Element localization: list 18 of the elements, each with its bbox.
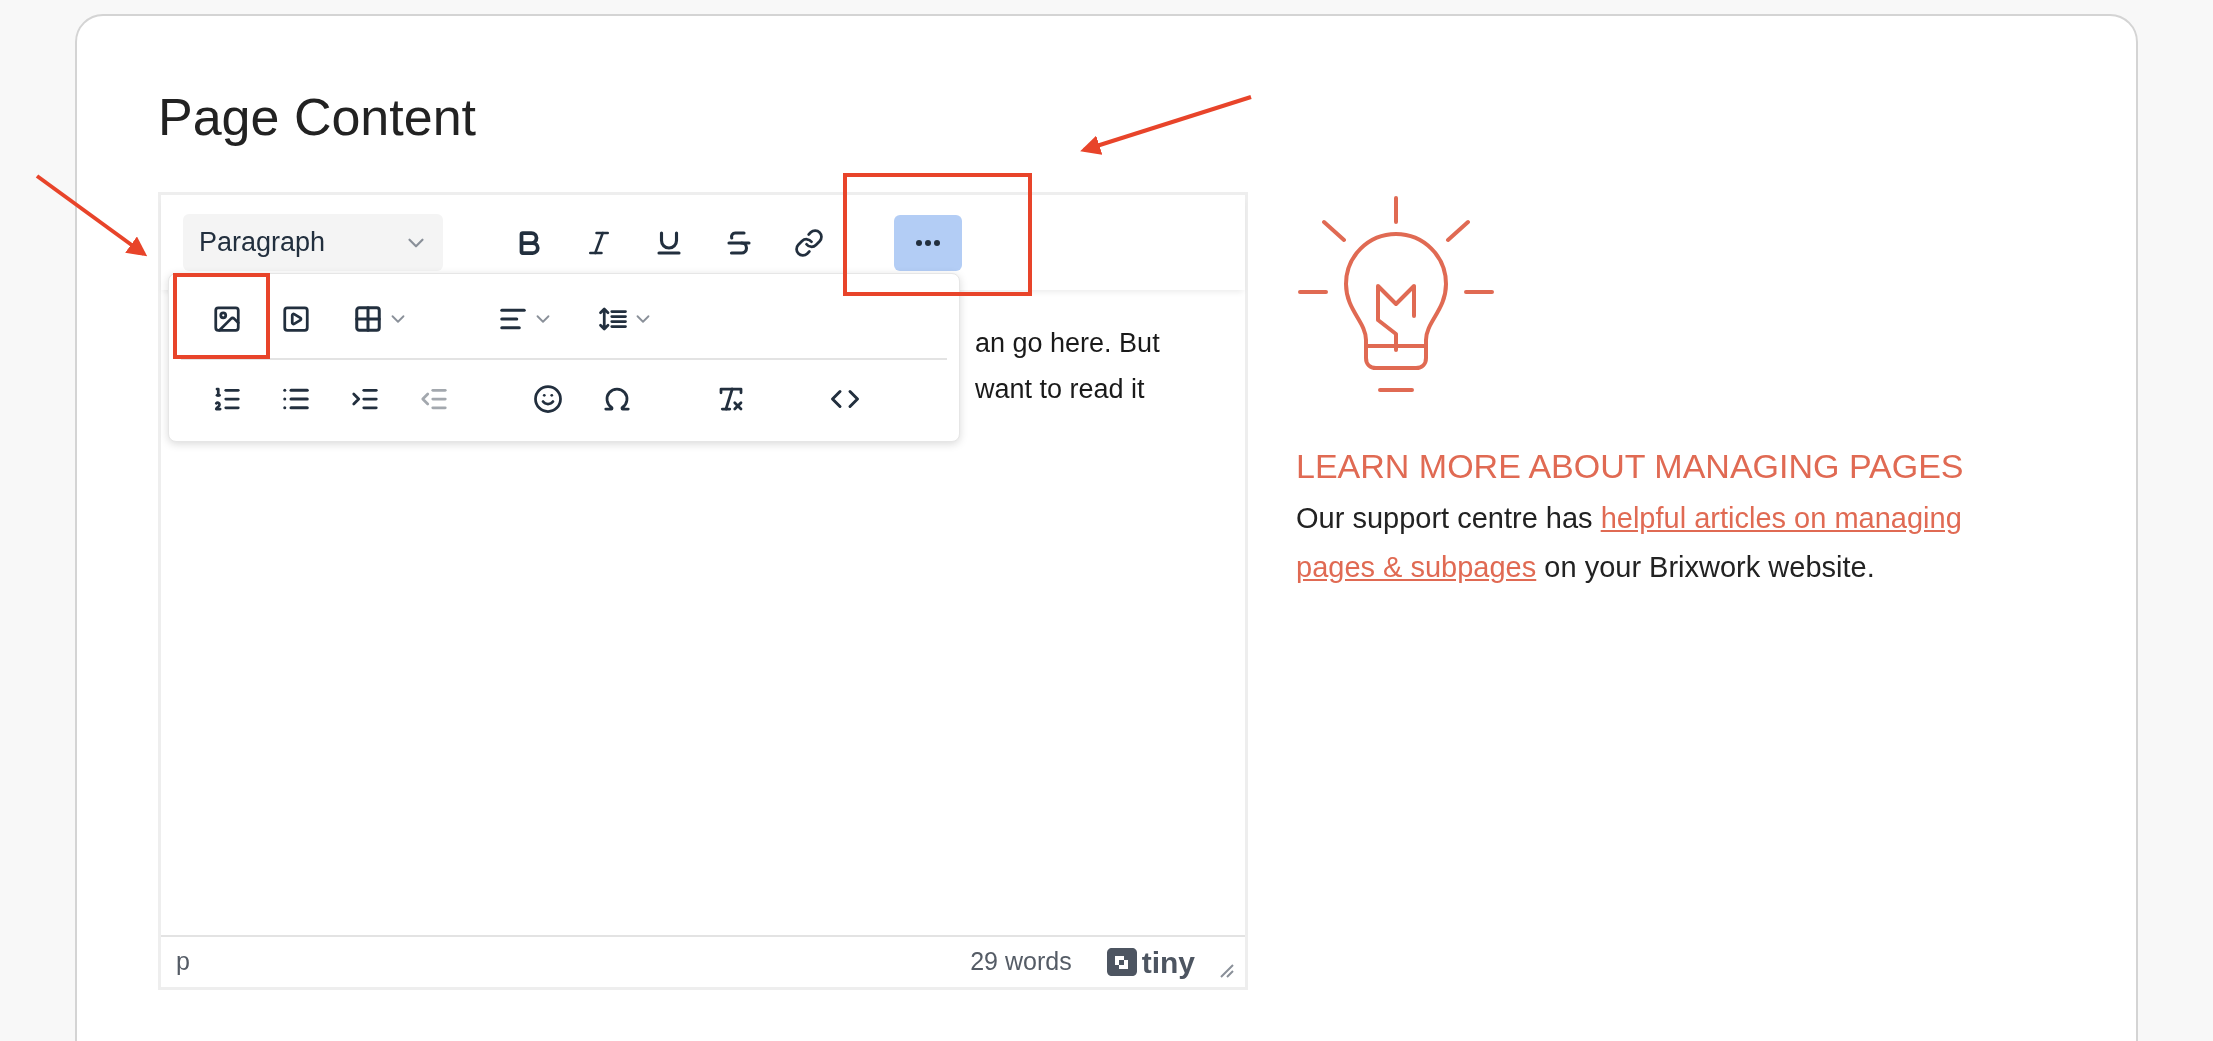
more-button[interactable] [894, 214, 962, 271]
lightbulb-icon [1296, 194, 1496, 394]
resize-handle-icon[interactable] [1219, 963, 1235, 979]
help-heading: LEARN MORE ABOUT MANAGING PAGES [1296, 446, 1965, 487]
page-title: Page Content [158, 87, 477, 148]
help-text: Our support centre has helpful articles on managing pages & subpages on your Brixwork website. [1296, 501, 1963, 585]
format-dropdown[interactable]: Paragraph [183, 214, 443, 271]
tiny-brand[interactable]: tiny [1103, 939, 1195, 985]
smiley-icon [533, 384, 563, 414]
link-icon [794, 227, 824, 258]
element-path[interactable]: p [176, 943, 190, 981]
image-icon [212, 304, 242, 334]
table-icon [352, 304, 383, 334]
play-icon [281, 304, 311, 334]
content-text: want to read it [975, 373, 1145, 406]
content-text: an go here. But [975, 327, 1160, 360]
more-icon [916, 239, 940, 246]
word-count[interactable]: 29 words [970, 943, 1072, 981]
